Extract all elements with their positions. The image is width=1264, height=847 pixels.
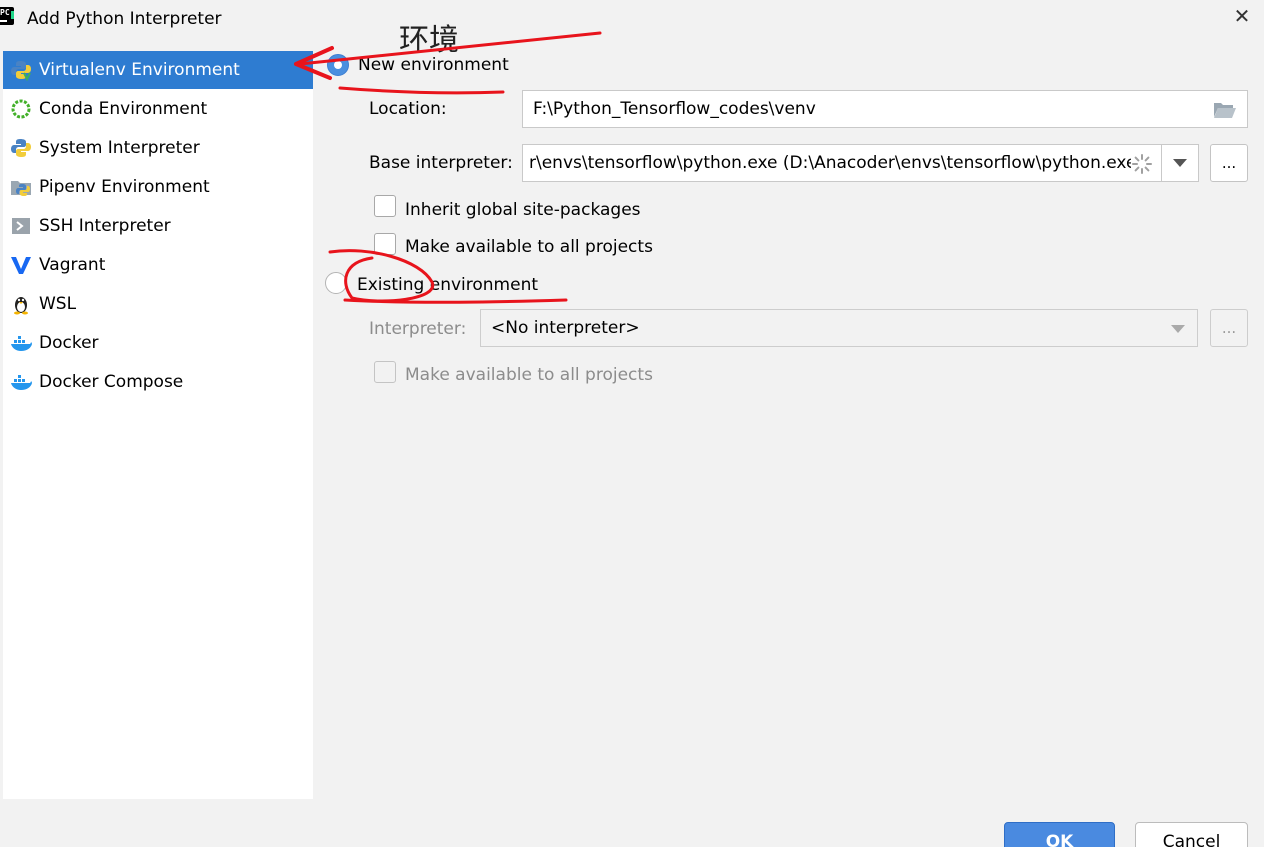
interpreter-label: Interpreter: — [369, 319, 467, 339]
python-venv-icon — [11, 61, 31, 81]
sidebar-item-label: WSL — [39, 294, 77, 314]
interpreter-value: <No interpreter> — [491, 318, 640, 338]
existing-environment-label: Existing environment — [357, 275, 539, 295]
folder-open-icon[interactable] — [1213, 101, 1237, 119]
make-available-existing-label: Make available to all projects — [405, 365, 653, 385]
sidebar-item-virtualenv[interactable]: Virtualenv Environment — [3, 51, 313, 89]
loading-spinner-icon — [1131, 153, 1153, 175]
location-value: F:\Python_Tensorflow_codes\venv — [533, 99, 816, 119]
base-interpreter-select[interactable]: r\envs\tensorflow\python.exe (D:\Anacode… — [522, 144, 1162, 182]
dropdown-arrow-icon — [1173, 159, 1187, 167]
ok-button[interactable]: OK — [1004, 822, 1115, 847]
annotation-text: 环境 — [399, 23, 459, 58]
title-bar: PC Add Python Interpreter ✕ — [0, 0, 1264, 36]
sidebar-item-system-interpreter[interactable]: System Interpreter — [3, 129, 313, 167]
interpreter-settings-panel: New environment Location: F:\Python_Tens… — [313, 36, 1264, 847]
sidebar-item-label: Docker Compose — [39, 372, 184, 392]
vagrant-icon — [11, 257, 31, 274]
ssh-icon — [12, 218, 30, 234]
sidebar-item-pipenv[interactable]: Pipenv Environment — [3, 168, 313, 206]
inherit-site-packages-checkbox[interactable] — [374, 195, 396, 217]
sidebar-item-label: Pipenv Environment — [39, 177, 210, 197]
pipenv-icon — [11, 181, 31, 196]
location-input[interactable]: F:\Python_Tensorflow_codes\venv — [522, 90, 1248, 128]
sidebar-item-docker-compose[interactable]: Docker Compose — [3, 363, 313, 401]
linux-penguin-icon — [14, 297, 28, 315]
base-interpreter-value: r\envs\tensorflow\python.exe (D:\Anacode… — [529, 153, 1144, 173]
interpreter-browse-button[interactable]: ... — [1210, 309, 1248, 347]
python-icon — [11, 139, 31, 157]
sidebar-item-wsl[interactable]: WSL — [3, 285, 313, 323]
sidebar-item-label: Conda Environment — [39, 99, 208, 119]
sidebar-item-docker[interactable]: Docker — [3, 324, 313, 362]
close-button[interactable]: ✕ — [1232, 6, 1252, 26]
new-environment-radio[interactable] — [327, 54, 349, 76]
interpreter-type-list: Virtualenv Environment Conda Environment… — [3, 51, 313, 799]
window-title: Add Python Interpreter — [27, 9, 222, 29]
pycharm-logo-icon: PC — [0, 7, 14, 25]
inherit-site-packages-label: Inherit global site-packages — [405, 200, 641, 220]
make-available-new-checkbox[interactable] — [374, 233, 396, 255]
sidebar-item-label: Virtualenv Environment — [39, 60, 240, 80]
existing-environment-radio[interactable] — [325, 272, 347, 294]
sidebar-item-conda[interactable]: Conda Environment — [3, 90, 313, 128]
sidebar-item-vagrant[interactable]: Vagrant — [3, 246, 313, 284]
sidebar-item-label: Docker — [39, 333, 99, 353]
cancel-button[interactable]: Cancel — [1135, 822, 1248, 847]
dropdown-arrow-icon — [1171, 325, 1185, 333]
conda-icon — [11, 99, 31, 119]
sidebar-item-label: System Interpreter — [39, 138, 200, 158]
location-label: Location: — [369, 99, 447, 119]
base-interpreter-browse-button[interactable]: ... — [1210, 144, 1248, 182]
base-interpreter-label: Base interpreter: — [369, 153, 513, 173]
interpreter-select[interactable]: <No interpreter> — [480, 309, 1198, 347]
docker-compose-icon — [11, 375, 32, 390]
sidebar-item-label: Vagrant — [39, 255, 106, 275]
sidebar-item-label: SSH Interpreter — [39, 216, 171, 236]
make-available-new-label: Make available to all projects — [405, 237, 653, 257]
base-interpreter-dropdown-button[interactable] — [1161, 144, 1199, 182]
docker-icon — [11, 336, 32, 351]
sidebar-item-ssh[interactable]: SSH Interpreter — [3, 207, 313, 245]
make-available-existing-checkbox[interactable] — [374, 361, 396, 383]
